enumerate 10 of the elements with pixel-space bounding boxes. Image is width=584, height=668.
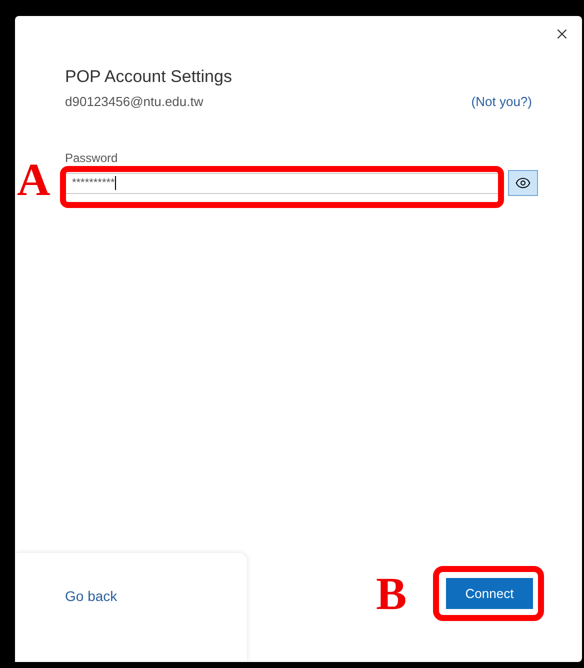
connect-button[interactable]: Connect <box>446 578 533 609</box>
password-label: Password <box>65 150 119 166</box>
show-password-button[interactable] <box>508 170 538 196</box>
annotation-letter: A <box>17 155 50 205</box>
dialog-title: POP Account Settings <box>65 66 233 88</box>
go-back-link[interactable]: Go back <box>65 588 118 604</box>
eye-icon <box>515 175 531 191</box>
annotation-letter: B <box>376 569 407 619</box>
not-you-link[interactable]: (Not you?) <box>471 94 532 110</box>
account-email: d90123456@ntu.edu.tw <box>65 94 204 110</box>
